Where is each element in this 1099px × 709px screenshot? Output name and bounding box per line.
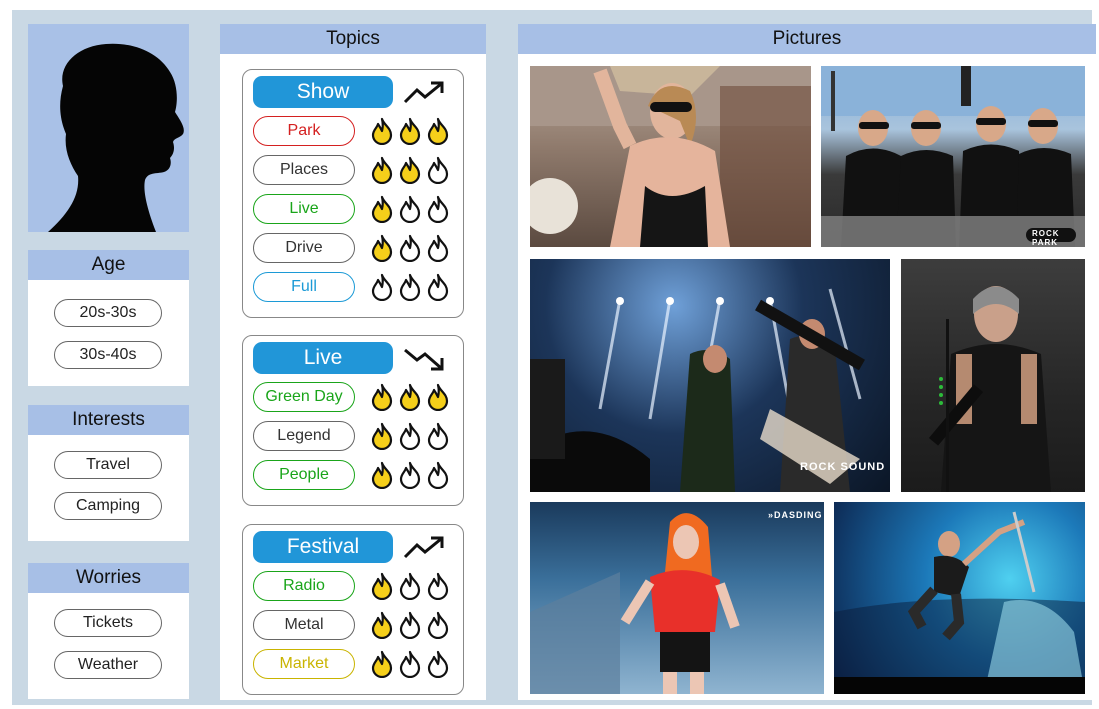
flame-icon [427, 234, 449, 262]
flame-icon [371, 611, 393, 639]
topic-keyword[interactable]: Metal [253, 610, 355, 640]
flame-icon [399, 572, 421, 600]
heat-rating [369, 234, 451, 262]
flame-icon [427, 422, 449, 450]
flame-icon [399, 234, 421, 262]
topic-card: Show Park Places Live Drive Full [242, 69, 464, 318]
interest-tag[interactable]: Travel [54, 451, 162, 479]
age-tag[interactable]: 30s-40s [54, 341, 162, 369]
flame-icon [399, 117, 421, 145]
flame-icon [427, 273, 449, 301]
topic-keyword[interactable]: Live [253, 194, 355, 224]
flame-icon [399, 156, 421, 184]
topic-keyword[interactable]: Legend [253, 421, 355, 451]
flame-icon [427, 611, 449, 639]
heat-rating [369, 650, 451, 678]
topic-keyword[interactable]: Places [253, 155, 355, 185]
flame-icon [371, 383, 393, 411]
flame-icon [427, 156, 449, 184]
flame-icon [371, 195, 393, 223]
pictures-panel: Pictures ROCK PARK ROCK SOUND »DASDING [518, 24, 1096, 700]
interests-title: Interests [28, 405, 189, 435]
heat-rating [369, 383, 451, 411]
topic-keyword[interactable]: Park [253, 116, 355, 146]
heat-rating [369, 117, 451, 145]
flame-icon [371, 422, 393, 450]
worries-panel: Worries Tickets Weather [28, 563, 189, 699]
topic-keyword[interactable]: Full [253, 272, 355, 302]
pictures-title: Pictures [518, 24, 1096, 54]
flame-icon [371, 117, 393, 145]
topic-card: Festival Radio Metal Market [242, 524, 464, 695]
age-tag[interactable]: 20s-30s [54, 299, 162, 327]
trend-up-icon [403, 81, 444, 104]
topic-keyword[interactable]: Green Day [253, 382, 355, 412]
trend-up-icon [403, 536, 444, 559]
interest-tag[interactable]: Camping [54, 492, 162, 520]
topic-keyword[interactable]: Radio [253, 571, 355, 601]
heat-rating [369, 195, 451, 223]
photo-singer[interactable]: »DASDING [530, 502, 824, 694]
topic-keyword[interactable]: People [253, 460, 355, 490]
flame-icon [399, 383, 421, 411]
topic-group-title[interactable]: Live [253, 342, 393, 374]
flame-icon [371, 156, 393, 184]
worry-tag[interactable]: Tickets [54, 609, 162, 637]
topics-panel: Topics Show Park Places Live Drive Full Live Gr… [220, 24, 486, 700]
topic-group-title[interactable]: Festival [253, 531, 393, 563]
person-silhouette-icon [48, 43, 184, 232]
flame-icon [371, 273, 393, 301]
flame-icon [399, 461, 421, 489]
topic-keyword[interactable]: Market [253, 649, 355, 679]
heat-rating [369, 273, 451, 301]
flame-icon [371, 461, 393, 489]
flame-icon [399, 195, 421, 223]
topic-group-title[interactable]: Show [253, 76, 393, 108]
flame-icon [399, 422, 421, 450]
flame-icon [371, 572, 393, 600]
photo-jumping-performer[interactable] [834, 502, 1085, 694]
flame-icon [427, 572, 449, 600]
rocksound-logo: ROCK SOUND [800, 461, 886, 473]
photo-guitarist[interactable] [901, 259, 1085, 492]
flame-icon [371, 650, 393, 678]
heat-rating [369, 611, 451, 639]
worry-tag[interactable]: Weather [54, 651, 162, 679]
trend-down-icon [404, 348, 444, 371]
photo-festival-fan[interactable] [530, 66, 811, 247]
dasding-logo: »DASDING [768, 510, 823, 520]
heat-rating [369, 461, 451, 489]
heat-rating [369, 156, 451, 184]
topic-card: Live Green Day Legend People [242, 335, 464, 506]
flame-icon [371, 234, 393, 262]
flame-icon [399, 611, 421, 639]
worries-title: Worries [28, 563, 189, 593]
profile-avatar [28, 24, 189, 232]
topics-title: Topics [220, 24, 486, 54]
age-title: Age [28, 250, 189, 280]
interests-panel: Interests Travel Camping [28, 405, 189, 541]
photo-crowd-barrier[interactable]: ROCK PARK [821, 66, 1085, 247]
photo-band-stage[interactable]: ROCK SOUND [530, 259, 890, 492]
flame-icon [427, 195, 449, 223]
heat-rating [369, 422, 451, 450]
heat-rating [369, 572, 451, 600]
age-panel: Age 20s-30s 30s-40s [28, 250, 189, 386]
flame-icon [427, 650, 449, 678]
flame-icon [399, 273, 421, 301]
topic-keyword[interactable]: Drive [253, 233, 355, 263]
flame-icon [427, 461, 449, 489]
flame-icon [399, 650, 421, 678]
flame-icon [427, 117, 449, 145]
rockpark-logo: ROCK PARK [1032, 229, 1060, 247]
flame-icon [427, 383, 449, 411]
